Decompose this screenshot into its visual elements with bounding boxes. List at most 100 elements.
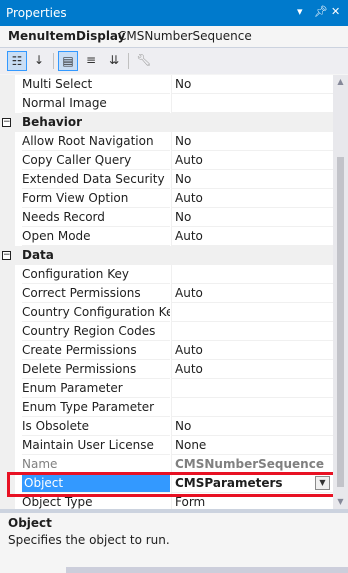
property-row[interactable]: Copy Caller Query Auto <box>0 151 333 170</box>
property-value[interactable]: No <box>171 132 333 151</box>
property-row[interactable]: Configuration Key <box>0 265 333 284</box>
collapse-icon[interactable]: − <box>2 118 11 127</box>
property-value[interactable]: No <box>171 75 333 94</box>
property-value[interactable]: Auto <box>171 341 333 360</box>
dropdown-button[interactable]: ▼ <box>315 476 330 490</box>
collapse-icon[interactable]: − <box>2 251 11 260</box>
property-name[interactable]: Is Obsolete <box>22 417 170 436</box>
property-value-text: No <box>175 210 192 224</box>
property-row[interactable]: Country Region Codes <box>0 322 333 341</box>
property-value[interactable]: No <box>171 417 333 436</box>
category-behavior[interactable]: − Behavior <box>0 113 333 132</box>
property-row[interactable]: Form View Option Auto <box>0 189 333 208</box>
property-name[interactable]: Correct Permissions <box>22 284 170 303</box>
property-value[interactable]: CMSNumberSequence <box>171 455 333 474</box>
property-row[interactable]: Enum Type Parameter <box>0 398 333 417</box>
property-name[interactable]: Enum Parameter <box>22 379 170 398</box>
property-row[interactable]: Name CMSNumberSequence <box>0 455 333 474</box>
property-name[interactable]: Form View Option <box>22 189 170 208</box>
window-title: Properties <box>6 6 67 20</box>
toolbar-separator <box>53 53 54 69</box>
property-value[interactable]: Auto <box>171 189 333 208</box>
object-type: CMSNumberSequence <box>118 29 252 43</box>
property-name[interactable]: Country Configuration Key <box>22 303 170 322</box>
property-name[interactable]: Normal Image <box>22 94 170 113</box>
row-gutter <box>0 379 15 398</box>
property-name[interactable]: Extended Data Security <box>22 170 170 189</box>
property-row[interactable]: Allow Root Navigation No <box>0 132 333 151</box>
row-gutter <box>0 170 15 189</box>
property-row[interactable]: Enum Parameter <box>0 379 333 398</box>
dropdown-icon[interactable]: ▾ <box>297 5 303 18</box>
property-value[interactable]: No <box>171 208 333 227</box>
property-name[interactable]: Multi Select <box>22 75 170 94</box>
property-value[interactable] <box>171 322 333 341</box>
property-name[interactable]: Object <box>22 474 170 493</box>
property-value-text: Auto <box>175 343 203 357</box>
property-value[interactable]: None <box>171 436 333 455</box>
property-value[interactable] <box>171 94 333 113</box>
property-name[interactable]: Open Mode <box>22 227 170 246</box>
object-selector[interactable]: MenuItemDisplay CMSNumberSequence <box>0 26 348 48</box>
property-value[interactable]: Auto <box>171 151 333 170</box>
property-name[interactable]: Delete Permissions <box>22 360 170 379</box>
pin-icon[interactable]: 📌︎ <box>314 5 328 18</box>
property-row[interactable]: Create Permissions Auto <box>0 341 333 360</box>
property-row[interactable]: Multi Select No <box>0 75 333 94</box>
property-value[interactable] <box>171 379 333 398</box>
property-row[interactable]: Correct Permissions Auto <box>0 284 333 303</box>
property-name[interactable]: Object Type <box>22 493 170 509</box>
row-gutter <box>0 398 15 417</box>
categorized-icon[interactable]: ☷ <box>7 51 27 71</box>
category-data[interactable]: − Data <box>0 246 333 265</box>
properties-icon[interactable]: ▤ <box>58 51 78 71</box>
close-icon[interactable]: ✕ <box>331 5 340 18</box>
row-gutter <box>0 132 15 151</box>
row-gutter <box>0 265 15 284</box>
property-row[interactable]: Open Mode Auto <box>0 227 333 246</box>
property-row[interactable]: Needs Record No <box>0 208 333 227</box>
property-value[interactable]: Form <box>171 493 333 509</box>
property-name[interactable]: Configuration Key <box>22 265 170 284</box>
category-label: Data <box>22 248 54 262</box>
property-row[interactable]: Object Type Form <box>0 493 333 509</box>
property-value[interactable]: Auto <box>171 360 333 379</box>
vertical-scrollbar[interactable]: ▲ ▼ <box>333 75 348 509</box>
property-name[interactable]: Allow Root Navigation <box>22 132 170 151</box>
events-icon[interactable]: ≡ <box>81 51 101 71</box>
property-value[interactable] <box>171 265 333 284</box>
property-name[interactable]: Country Region Codes <box>22 322 170 341</box>
property-value[interactable]: Auto <box>171 227 333 246</box>
properties-toolbar: ☷ ↓ ▤ ≡ ⇊ 🔧︎ <box>0 48 348 74</box>
scroll-up-icon[interactable]: ▲ <box>333 75 348 89</box>
scroll-down-icon[interactable]: ▼ <box>333 495 348 509</box>
property-value[interactable] <box>171 303 333 322</box>
property-value-text: Auto <box>175 153 203 167</box>
property-name[interactable]: Copy Caller Query <box>22 151 170 170</box>
property-row[interactable]: Delete Permissions Auto <box>0 360 333 379</box>
property-value[interactable]: No <box>171 170 333 189</box>
property-row[interactable]: Maintain User License None <box>0 436 333 455</box>
property-pages-icon[interactable]: ⇊ <box>104 51 124 71</box>
property-row[interactable]: Object CMSParameters ▼ <box>0 474 333 493</box>
row-gutter <box>0 303 15 322</box>
property-name[interactable]: Name <box>22 455 170 474</box>
property-row[interactable]: Country Configuration Key <box>0 303 333 322</box>
property-row[interactable]: Extended Data Security No <box>0 170 333 189</box>
property-value[interactable]: Auto <box>171 284 333 303</box>
property-name[interactable]: Maintain User License <box>22 436 170 455</box>
scroll-thumb[interactable] <box>337 157 344 487</box>
property-value[interactable] <box>171 398 333 417</box>
property-value[interactable]: CMSParameters ▼ <box>171 474 333 493</box>
property-row[interactable]: Normal Image <box>0 94 333 113</box>
property-name[interactable]: Needs Record <box>22 208 170 227</box>
property-row[interactable]: Is Obsolete No <box>0 417 333 436</box>
row-gutter <box>0 455 15 474</box>
property-name[interactable]: Create Permissions <box>22 341 170 360</box>
row-gutter <box>0 151 15 170</box>
alphabetical-icon[interactable]: ↓ <box>29 51 49 71</box>
description-text: Specifies the object to run. <box>8 533 170 547</box>
property-name[interactable]: Enum Type Parameter <box>22 398 170 417</box>
row-gutter <box>0 94 15 113</box>
wrench-icon: 🔧︎ <box>136 53 152 67</box>
